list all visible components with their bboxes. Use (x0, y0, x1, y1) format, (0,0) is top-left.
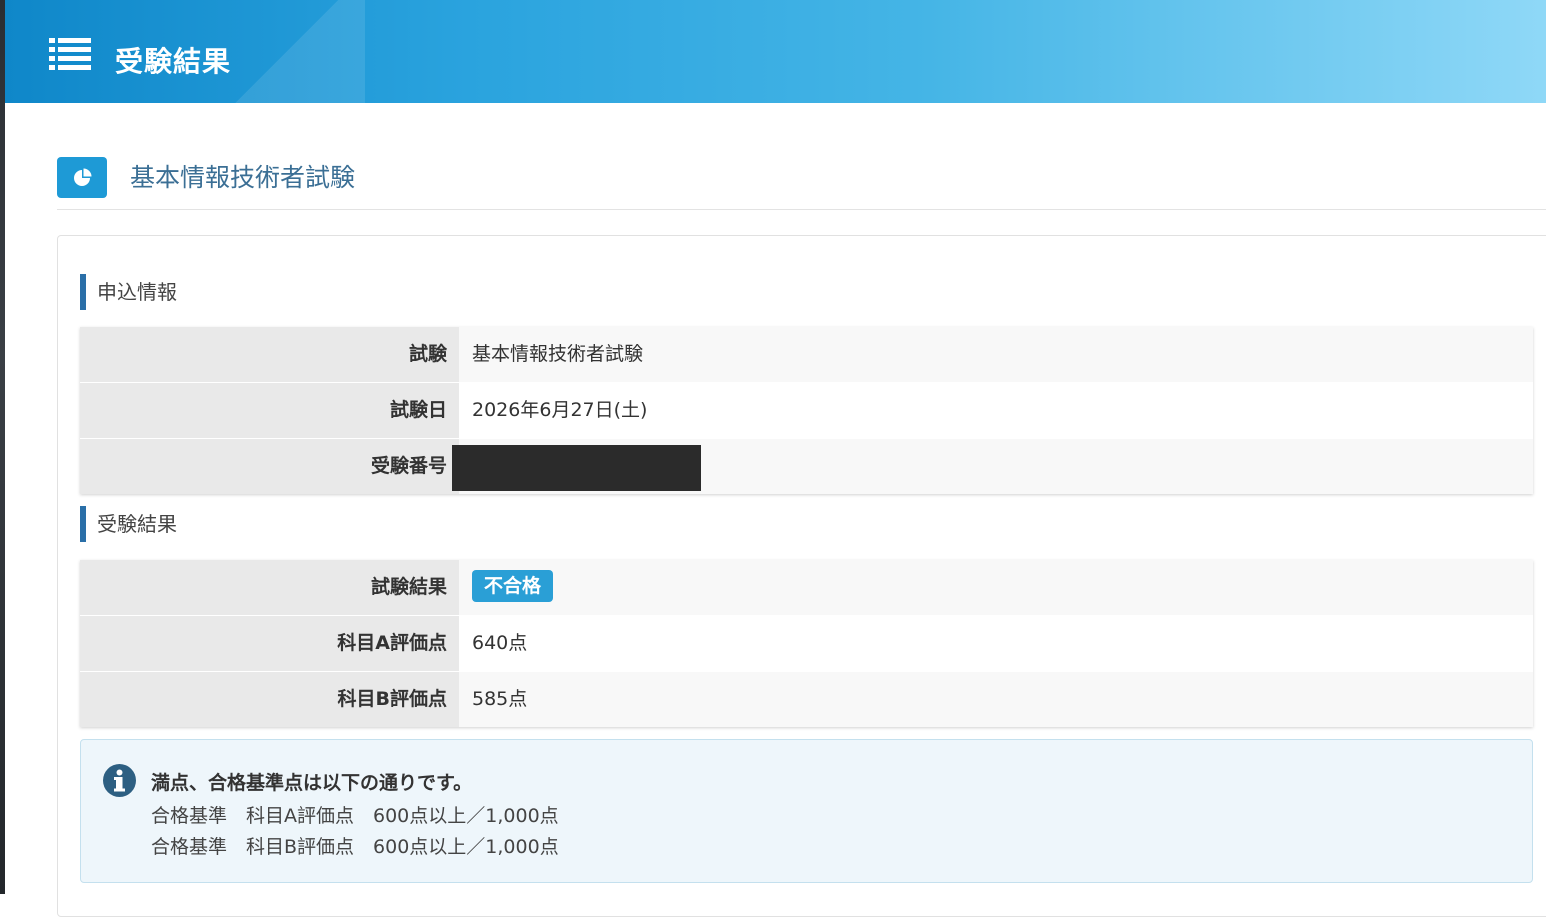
row-label: 科目B評価点 (80, 672, 459, 727)
row-value: 不合格 (459, 560, 1533, 615)
info-notice: 満点、合格基準点は以下の通りです。 合格基準 科目A評価点 600点以上／1,0… (80, 739, 1533, 883)
table-row: 試験日 2026年6月27日(土) (80, 383, 1533, 439)
results-table: 試験結果 不合格 科目A評価点 640点 科目B評価点 585点 (80, 560, 1533, 727)
notice-line: 合格基準 科目A評価点 600点以上／1,000点 (151, 805, 559, 827)
window-left-edge (0, 0, 5, 894)
table-row: 試験 基本情報技術者試験 (80, 327, 1533, 383)
pie-chart-icon (74, 168, 92, 186)
application-info-table: 試験 基本情報技術者試験 試験日 2026年6月27日(土) 受験番号 (80, 327, 1533, 494)
row-value: 585点 (459, 672, 1533, 727)
table-row: 受験番号 (80, 439, 1533, 494)
row-label: 受験番号 (80, 439, 459, 494)
redacted-exam-number (452, 445, 701, 491)
row-label: 試験 (80, 327, 459, 382)
row-value (452, 439, 1533, 494)
title-divider (57, 209, 1546, 210)
row-label: 試験日 (80, 383, 459, 438)
exam-title-badge (57, 157, 107, 198)
notice-line: 合格基準 科目B評価点 600点以上／1,000点 (151, 836, 559, 858)
page-title: 受験結果 (115, 45, 232, 78)
results-heading: 受験結果 (80, 506, 177, 542)
application-info-heading: 申込情報 (80, 274, 177, 310)
row-value: 基本情報技術者試験 (459, 327, 1533, 382)
status-badge: 不合格 (472, 569, 554, 602)
row-value: 2026年6月27日(土) (459, 383, 1533, 438)
exam-title: 基本情報技術者試験 (130, 163, 356, 192)
notice-lead: 満点、合格基準点は以下の通りです。 (151, 772, 473, 794)
table-row: 科目A評価点 640点 (80, 616, 1533, 672)
list-icon[interactable] (49, 38, 91, 71)
row-label: 試験結果 (80, 560, 459, 615)
row-label: 科目A評価点 (80, 616, 459, 671)
page-header: 受験結果 (5, 0, 1546, 103)
row-value: 640点 (459, 616, 1533, 671)
table-row: 試験結果 不合格 (80, 560, 1533, 616)
info-icon (103, 764, 136, 797)
table-row: 科目B評価点 585点 (80, 672, 1533, 727)
